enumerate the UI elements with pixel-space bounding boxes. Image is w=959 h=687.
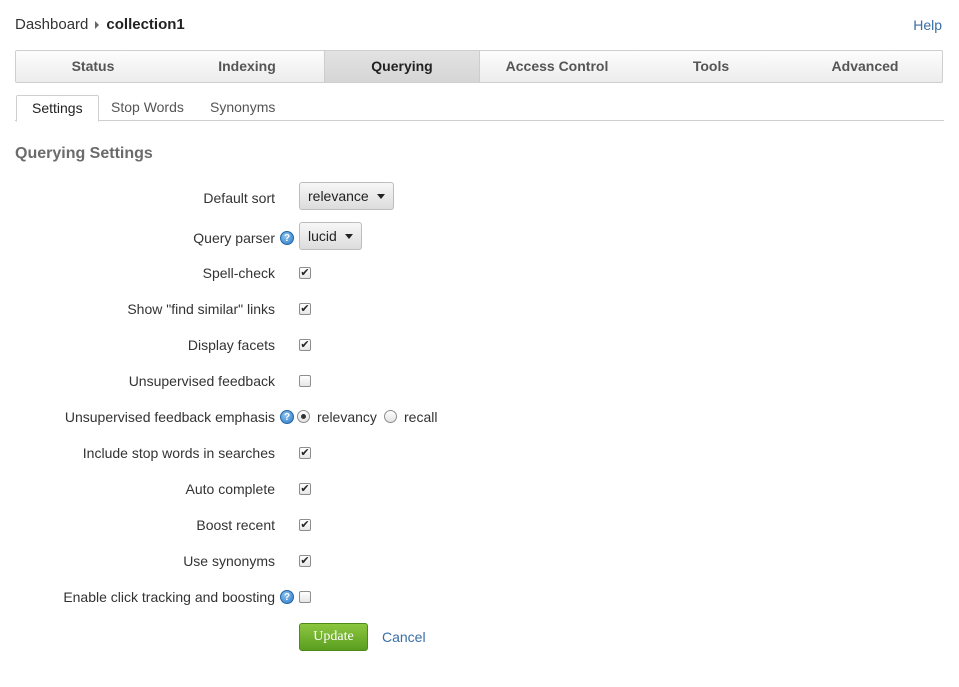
unsupervised-feedback-label: Unsupervised feedback (128, 373, 275, 389)
subtab-synonyms[interactable]: Synonyms (195, 95, 290, 121)
default-sort-label: Default sort (203, 190, 275, 206)
stop-words-label: Include stop words in searches (82, 445, 275, 461)
radio-recall[interactable] (384, 410, 397, 423)
row-use-synonyms: Use synonyms ✔ (0, 549, 959, 573)
top-bar: Dashboard collection1 Help (15, 15, 943, 37)
row-default-sort: Default sort relevance (0, 182, 959, 210)
dropdown-arrow-icon (344, 234, 353, 239)
subtab-stop-words[interactable]: Stop Words (96, 95, 199, 121)
row-feedback-emphasis: Unsupervised feedback emphasis ? relevan… (0, 405, 959, 429)
update-button[interactable]: Update (299, 623, 368, 651)
display-facets-label: Display facets (187, 337, 275, 353)
radio-recall-label: recall (404, 409, 438, 425)
tab-tools[interactable]: Tools (634, 51, 788, 82)
dropdown-arrow-icon (376, 194, 385, 199)
unsupervised-feedback-checkbox[interactable] (299, 375, 311, 387)
row-query-parser: Query parser ? lucid (0, 222, 959, 250)
auto-complete-checkbox[interactable]: ✔ (299, 483, 311, 495)
breadcrumb-separator-icon (95, 20, 100, 29)
spell-check-checkbox[interactable]: ✔ (299, 267, 311, 279)
display-facets-checkbox[interactable]: ✔ (299, 339, 311, 351)
click-tracking-label: Enable click tracking and boosting (63, 589, 275, 605)
row-boost-recent: Boost recent ✔ (0, 513, 959, 537)
breadcrumb-current: collection1 (106, 16, 185, 33)
row-find-similar: Show "find similar" links ✔ (0, 297, 959, 321)
default-sort-select[interactable]: relevance (299, 182, 394, 210)
tab-status[interactable]: Status (16, 51, 170, 82)
find-similar-label: Show "find similar" links (127, 301, 275, 317)
find-similar-checkbox[interactable]: ✔ (299, 303, 311, 315)
click-tracking-checkbox[interactable] (299, 591, 311, 603)
main-tab-bar: Status Indexing Querying Access Control … (15, 50, 943, 83)
spell-check-label: Spell-check (202, 265, 275, 281)
query-parser-label: Query parser (193, 230, 275, 246)
help-circle-icon[interactable]: ? (280, 410, 294, 424)
help-circle-icon[interactable]: ? (280, 231, 294, 245)
use-synonyms-label: Use synonyms (183, 553, 275, 569)
help-circle-icon[interactable]: ? (280, 590, 294, 604)
tab-querying[interactable]: Querying (324, 51, 480, 82)
query-parser-value: lucid (308, 228, 337, 244)
section-title: Querying Settings (15, 145, 153, 162)
row-unsupervised-feedback: Unsupervised feedback (0, 369, 959, 393)
boost-recent-checkbox[interactable]: ✔ (299, 519, 311, 531)
row-auto-complete: Auto complete ✔ (0, 477, 959, 501)
sub-tab-bar: Settings Stop Words Synonyms (15, 95, 944, 122)
row-spell-check: Spell-check ✔ (0, 261, 959, 285)
feedback-emphasis-label: Unsupervised feedback emphasis (64, 409, 275, 425)
row-click-tracking: Enable click tracking and boosting ? (0, 585, 959, 609)
use-synonyms-checkbox[interactable]: ✔ (299, 555, 311, 567)
row-display-facets: Display facets ✔ (0, 333, 959, 357)
auto-complete-label: Auto complete (185, 481, 276, 497)
tab-access-control[interactable]: Access Control (480, 51, 634, 82)
radio-relevancy[interactable] (297, 410, 310, 423)
subtab-settings[interactable]: Settings (16, 95, 99, 122)
query-parser-select[interactable]: lucid (299, 222, 362, 250)
stop-words-checkbox[interactable]: ✔ (299, 447, 311, 459)
tab-indexing[interactable]: Indexing (170, 51, 324, 82)
radio-relevancy-label: relevancy (317, 409, 377, 425)
help-link[interactable]: Help (913, 17, 942, 33)
breadcrumb-dashboard-link[interactable]: Dashboard (15, 16, 88, 33)
row-stop-words: Include stop words in searches ✔ (0, 441, 959, 465)
breadcrumb: Dashboard collection1 (15, 16, 185, 33)
tab-advanced[interactable]: Advanced (788, 51, 942, 82)
boost-recent-label: Boost recent (196, 517, 275, 533)
default-sort-value: relevance (308, 188, 369, 204)
cancel-link[interactable]: Cancel (382, 629, 426, 645)
